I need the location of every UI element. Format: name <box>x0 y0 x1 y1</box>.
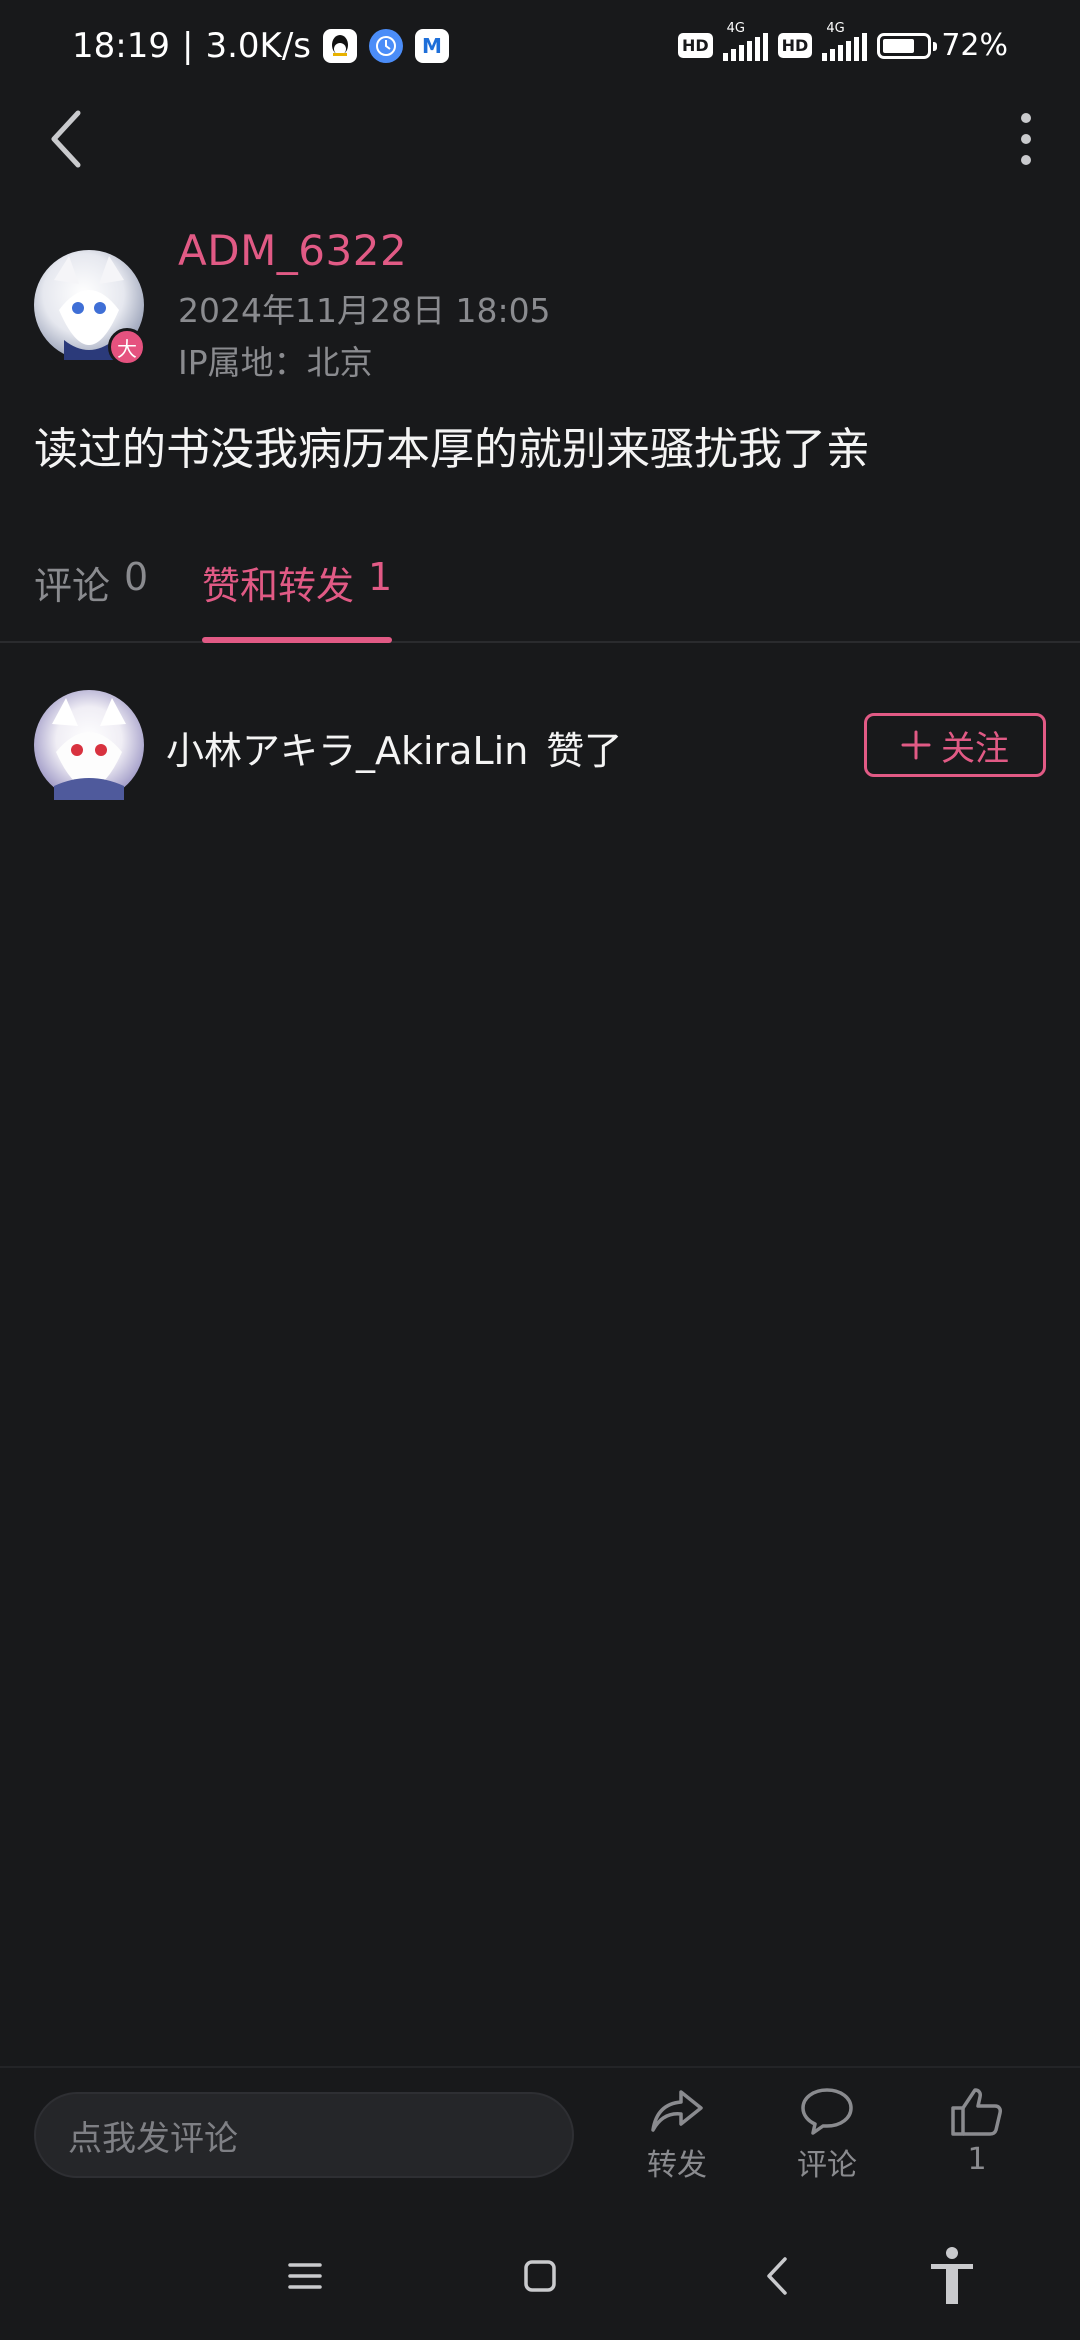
signal-icon: 4G <box>722 21 768 61</box>
plus-icon <box>901 730 931 760</box>
signal-icon-2: 4G <box>822 21 868 61</box>
comment-input[interactable]: 点我发评论 <box>34 2092 574 2178</box>
battery-level <box>883 38 914 53</box>
liker-name[interactable]: 小林アキラ_AkiraLin <box>166 720 528 775</box>
battery-percent: 72% <box>941 28 1008 63</box>
status-time: 18:19 <box>72 26 170 66</box>
tab-comments-count: 0 <box>124 555 149 599</box>
menu-button[interactable] <box>265 2236 345 2316</box>
accessibility-icon <box>931 2247 973 2304</box>
comment-bubble-icon <box>801 2088 853 2135</box>
comment-button[interactable]: 评论 <box>767 2086 887 2206</box>
status-separator: | <box>181 26 194 66</box>
tab-likes-label: 赞和转发 <box>202 564 355 608</box>
status-bar: 18:19 | 3.0K/s M HD 4G HD 4G 72% <box>0 0 1080 96</box>
status-speed: 3.0K/s <box>205 26 311 66</box>
like-action: 赞了 <box>546 729 623 773</box>
author-name[interactable]: ADM_6322 <box>178 226 407 275</box>
post-time: 2024年11月28日 18:05 <box>178 291 551 330</box>
chevron-left-icon <box>767 2257 787 2295</box>
follow-button[interactable]: 关注 <box>864 713 1046 777</box>
tab-bar: 评论 0 赞和转发 1 <box>0 545 1080 643</box>
like-button[interactable]: 1 <box>917 2086 1037 2206</box>
clock-icon <box>369 29 403 63</box>
liker-text: 小林アキラ_AkiraLin 赞了 <box>166 720 622 775</box>
hd-icon-2: HD <box>777 33 813 58</box>
mail-icon: M <box>415 29 449 63</box>
network-label-2: 4G <box>826 20 845 36</box>
network-label: 4G <box>726 20 745 36</box>
qq-icon <box>323 29 357 63</box>
status-right: HD 4G HD 4G 72% <box>677 21 1008 63</box>
thumbs-up-icon <box>951 2088 1002 2136</box>
forward-label: 转发 <box>647 2148 707 2183</box>
comment-label: 评论 <box>797 2148 857 2183</box>
chevron-left-icon <box>51 110 81 168</box>
battery-icon <box>877 32 938 59</box>
status-left: 18:19 | 3.0K/s M <box>72 26 449 66</box>
post-content: 读过的书没我病历本厚的就别来骚扰我了亲 <box>34 424 870 475</box>
square-home-icon <box>524 2260 556 2292</box>
more-vertical-icon <box>1021 113 1031 165</box>
like-count: 1 <box>967 2142 987 2177</box>
verified-badge: 大 <box>108 328 146 366</box>
accessibility-button[interactable] <box>912 2236 992 2316</box>
hamburger-menu-icon <box>288 2263 322 2289</box>
post-ip-location: IP属地：北京 <box>178 343 373 382</box>
system-back-button[interactable] <box>737 2236 817 2316</box>
back-button[interactable] <box>36 104 96 174</box>
avatar[interactable] <box>34 690 144 800</box>
follow-label: 关注 <box>941 728 1009 769</box>
bottom-action-bar: 点我发评论 转发 评论 1 <box>0 2066 1080 2218</box>
share-forward-icon <box>651 2090 703 2132</box>
home-button[interactable] <box>500 2236 580 2316</box>
hd-icon: HD <box>677 33 713 58</box>
tab-likes-forwards[interactable]: 赞和转发 1 <box>202 555 393 643</box>
more-button[interactable] <box>996 104 1056 174</box>
tab-comments-label: 评论 <box>34 564 111 608</box>
tab-comments[interactable]: 评论 0 <box>34 555 148 641</box>
system-navigation-bar <box>0 2216 1080 2340</box>
avatar-image <box>52 698 126 800</box>
list-item[interactable]: 小林アキラ_AkiraLin 赞了 关注 <box>0 690 1080 802</box>
tab-likes-count: 1 <box>368 555 393 599</box>
forward-button[interactable]: 转发 <box>617 2086 737 2206</box>
